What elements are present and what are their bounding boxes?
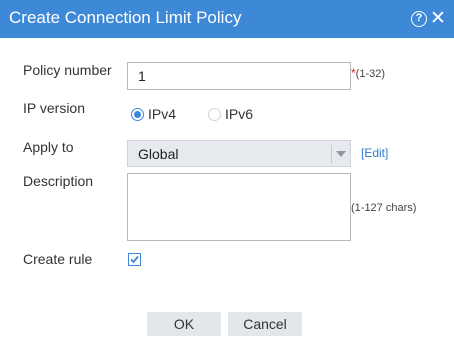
description-label: Description	[23, 173, 94, 189]
apply-to-select[interactable]: Global	[127, 140, 351, 167]
checkmark-icon	[130, 255, 139, 264]
create-rule-label: Create rule	[23, 251, 93, 267]
policy-number-label: Policy number	[23, 62, 112, 78]
edit-link[interactable]: [Edit]	[361, 146, 388, 160]
apply-to-selected-value: Global	[138, 146, 179, 162]
radio-selected-icon	[131, 107, 144, 121]
ipv6-radio[interactable]: IPv6	[208, 106, 253, 122]
radio-unselected-icon	[208, 107, 221, 121]
close-icon[interactable]: ✕	[430, 9, 446, 28]
help-icon[interactable]: ?	[411, 11, 427, 27]
description-length-hint: (1-127 chars)	[351, 202, 417, 214]
create-rule-checkbox[interactable]	[128, 253, 141, 266]
policy-number-range-hint: *(1-32)	[351, 66, 385, 81]
chevron-down-icon	[336, 151, 346, 157]
ipv6-label: IPv6	[225, 106, 254, 122]
policy-number-input[interactable]	[127, 62, 351, 90]
dialog-title: Create Connection Limit Policy	[9, 8, 242, 27]
ipv4-label: IPv4	[148, 106, 177, 122]
dialog-titlebar: Create Connection Limit Policy ? ✕	[0, 0, 454, 38]
description-textarea[interactable]	[127, 173, 351, 241]
apply-to-label: Apply to	[23, 139, 74, 155]
ok-button[interactable]: OK	[147, 312, 221, 336]
cancel-button[interactable]: Cancel	[228, 312, 302, 336]
ip-version-label: IP version	[23, 100, 85, 116]
select-divider	[331, 145, 332, 163]
range-hint-text: (1-32)	[355, 68, 386, 80]
ipv4-radio[interactable]: IPv4	[131, 106, 176, 122]
